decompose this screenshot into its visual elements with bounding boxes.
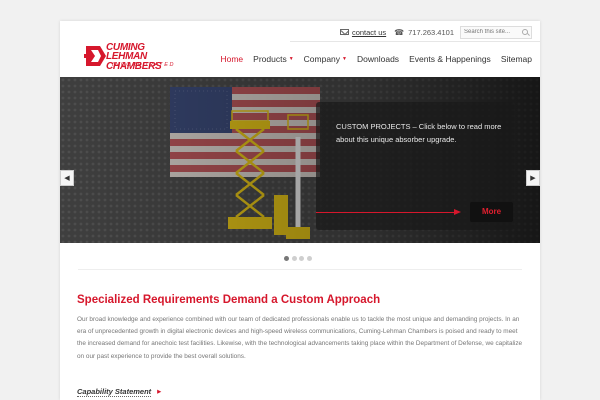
slider-prev-button[interactable]: ◀ xyxy=(60,170,74,186)
utility-bar: contact us ☎ 717.263.4101 xyxy=(339,25,532,39)
page-container: contact us ☎ 717.263.4101 CUMING LEHMAN … xyxy=(60,21,540,400)
nav-item-label: Events & Happenings xyxy=(409,54,491,64)
section-heading: Specialized Requirements Demand a Custom… xyxy=(77,294,381,306)
nav-item-label: Home xyxy=(220,54,244,64)
utility-divider xyxy=(290,41,540,42)
capability-statement-link[interactable]: Capability Statement ▶ xyxy=(77,387,161,397)
dropdown-caret-icon: ▼ xyxy=(288,56,294,62)
caption-text: CUSTOM PROJECTS – Click below to read mo… xyxy=(336,122,502,144)
section-divider xyxy=(78,269,522,270)
search-box[interactable] xyxy=(460,25,532,39)
hero-slider: CUSTOM PROJECTS – Click below to read mo… xyxy=(60,77,540,243)
slider-dot-4[interactable] xyxy=(306,256,312,261)
mail-icon xyxy=(339,29,349,35)
phone-icon: ☎ xyxy=(394,27,405,37)
nav-item-events[interactable]: Events & Happenings xyxy=(409,54,491,64)
phone-number: 717.263.4101 xyxy=(408,27,454,37)
nav-item-products[interactable]: Products ▼ xyxy=(253,54,294,64)
nav-item-label: Company xyxy=(303,54,341,64)
slider-next-button[interactable]: ▶ xyxy=(526,170,540,186)
nav-item-sitemap[interactable]: Sitemap xyxy=(501,54,532,64)
logo-text-line3: INCORPORATED xyxy=(112,62,176,68)
nav-item-company[interactable]: Company ▼ xyxy=(304,54,347,64)
nav-item-home[interactable]: Home xyxy=(220,54,243,64)
logo-mark-icon xyxy=(84,46,106,66)
dropdown-caret-icon: ▼ xyxy=(342,56,347,62)
chevron-left-icon: ◀ xyxy=(64,175,70,182)
arrow-right-icon: ▶ xyxy=(157,389,162,395)
slider-dot-3[interactable] xyxy=(299,256,304,261)
slider-dot-2[interactable] xyxy=(291,256,297,261)
chevron-right-icon: ▶ xyxy=(530,175,536,182)
search-icon[interactable] xyxy=(522,29,528,35)
more-button[interactable]: More xyxy=(470,202,513,222)
contact-us-link[interactable]: contact us xyxy=(352,28,386,37)
caption-arrow-line xyxy=(316,212,456,213)
company-logo[interactable]: CUMING LEHMAN CHAMBERS INCORPORATED xyxy=(84,43,196,72)
nav-item-downloads[interactable]: Downloads xyxy=(357,54,399,64)
arrow-right-icon xyxy=(454,209,461,215)
section-body-text: Our broad knowledge and experience combi… xyxy=(77,316,523,360)
main-nav: Home Products ▼ Company ▼ Downloads Even… xyxy=(210,54,532,64)
capability-statement-label: Capability Statement xyxy=(77,387,152,397)
search-input[interactable] xyxy=(464,29,522,35)
slider-dot-1[interactable] xyxy=(284,256,289,261)
nav-item-label: Downloads xyxy=(357,54,400,64)
slide-caption: CUSTOM PROJECTS – Click below to read mo… xyxy=(316,102,514,230)
slider-pagination xyxy=(284,256,314,261)
nav-item-label: Products xyxy=(253,54,287,64)
nav-item-label: Sitemap xyxy=(500,54,532,64)
